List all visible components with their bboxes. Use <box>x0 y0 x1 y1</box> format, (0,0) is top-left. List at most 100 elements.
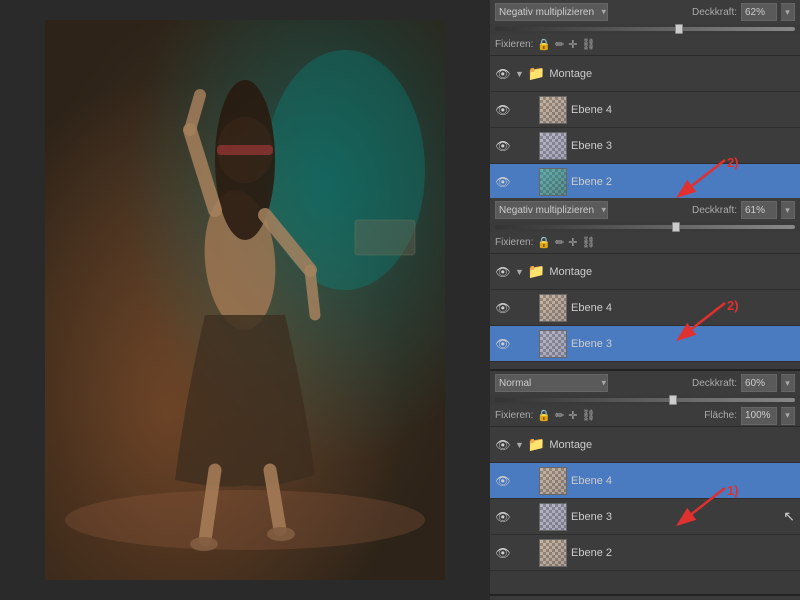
group-triangle-3[interactable]: ▼ <box>515 440 524 450</box>
opacity-label-3: Deckkraft: <box>692 378 737 389</box>
name-ebene4-p1: Ebene 4 <box>571 104 795 116</box>
opacity-slider-2[interactable] <box>495 225 795 229</box>
layer-panel-3: NormalNormalAuflösenNegativ multiplizier… <box>490 371 800 596</box>
layer-panel-1: Negativ multiplizierenNormalAuflösenNega… <box>490 0 800 198</box>
layer-group-montage-3[interactable]: 👁 ▼ 📁 Montage <box>490 427 800 463</box>
lock-icon-3[interactable]: 🔒 <box>537 409 551 422</box>
layer-ebene2-p1[interactable]: 👁 Ebene 2 <box>490 164 800 200</box>
blend-mode-select-1[interactable]: Negativ multiplizierenNormalAuflösenNega… <box>495 3 608 21</box>
opacity-slider-3[interactable] <box>495 398 795 402</box>
opacity-label-2: Deckkraft: <box>692 205 737 216</box>
opacity-value-2[interactable]: 61% <box>741 201 777 219</box>
thumb-ebene2-p3 <box>539 539 567 567</box>
chain-icon-1[interactable]: ⛓ <box>582 38 596 51</box>
opacity-value-1[interactable]: 62% <box>741 3 777 21</box>
thumb-ebene4-p1 <box>539 96 567 124</box>
folder-icon-3: 📁 <box>528 436 545 453</box>
blend-mode-select-3[interactable]: NormalNormalAuflösenNegativ multiplizier… <box>495 374 608 392</box>
thumb-ebene4-p2 <box>539 294 567 322</box>
layer-list-3: 👁 ▼ 📁 Montage 👁 Ebene 4 👁 <box>490 427 800 571</box>
cursor-p3: ↖ <box>783 508 795 525</box>
blend-mode-wrap-3[interactable]: NormalNormalAuflösenNegativ multiplizier… <box>495 374 608 392</box>
thumb-ebene3-p1 <box>539 132 567 160</box>
fix-row-1: Fixieren: 🔒 ✏ ✛ ⛓ <box>490 34 800 56</box>
blend-mode-wrap-2[interactable]: Negativ multiplizierenNormalAuflösenNega… <box>495 201 608 219</box>
thumb-ebene4-p3 <box>539 467 567 495</box>
eye-ebene2-p3[interactable]: 👁 <box>495 545 511 561</box>
move-icon-1[interactable]: ✛ <box>568 38 577 51</box>
fix-row-3: Fixieren: 🔒 ✏ ✛ ⛓ Fläche: 100% ▾ <box>490 405 800 427</box>
layer-panel-2: Negativ multiplizierenNormalAuflösenNega… <box>490 198 800 371</box>
opacity-arrow-1[interactable]: ▾ <box>781 3 795 21</box>
panel2-header: Negativ multiplizierenNormalAuflösenNega… <box>490 198 800 222</box>
opacity-slider-row-1 <box>490 24 800 34</box>
opacity-value-3[interactable]: 60% <box>741 374 777 392</box>
panels-area: Negativ multiplizierenNormalAuflösenNega… <box>490 0 800 600</box>
chain-icon-3[interactable]: ⛓ <box>582 409 596 422</box>
eye-ebene4-p3[interactable]: 👁 <box>495 473 511 489</box>
layer-ebene2-p3[interactable]: 👁 Ebene 2 <box>490 535 800 571</box>
layer-ebene3-p3[interactable]: 👁 Ebene 3 ↖ <box>490 499 800 535</box>
chain-icon-2[interactable]: ⛓ <box>582 236 596 249</box>
thumb-ebene3-p2 <box>539 330 567 358</box>
layer-list-1: 👁 ▼ 📁 Montage 👁 Ebene 4 👁 <box>490 56 800 200</box>
eye-ebene3-p3[interactable]: 👁 <box>495 509 511 525</box>
layer-ebene3-p2[interactable]: 👁 Ebene 3 <box>490 326 800 362</box>
blend-mode-select-2[interactable]: Negativ multiplizierenNormalAuflösenNega… <box>495 201 608 219</box>
move-icon-2[interactable]: ✛ <box>568 236 577 249</box>
eye-ebene2-p1[interactable]: 👁 <box>495 174 511 190</box>
brush-icon-1[interactable]: ✏ <box>555 38 564 51</box>
name-ebene3-p3: Ebene 3 <box>571 511 771 523</box>
layer-list-2: 👁 ▼ 📁 Montage 👁 Ebene 4 👁 <box>490 254 800 362</box>
opacity-slider-thumb-1[interactable] <box>675 24 683 34</box>
panel3-header: NormalNormalAuflösenNegativ multiplizier… <box>490 371 800 395</box>
fix-label-3: Fixieren: <box>495 410 533 421</box>
fix-label-2: Fixieren: <box>495 237 533 248</box>
opacity-slider-row-2 <box>490 222 800 232</box>
folder-icon-1: 📁 <box>528 65 545 82</box>
opacity-slider-row-3 <box>490 395 800 405</box>
layer-group-montage-1[interactable]: 👁 ▼ 📁 Montage <box>490 56 800 92</box>
folder-icon-2: 📁 <box>528 263 545 280</box>
group-triangle-2[interactable]: ▼ <box>515 267 524 277</box>
brush-icon-2[interactable]: ✏ <box>555 236 564 249</box>
eye-icon-group-2[interactable]: 👁 <box>495 264 511 280</box>
brush-icon-3[interactable]: ✏ <box>555 409 564 422</box>
name-ebene4-p3: Ebene 4 <box>571 475 795 487</box>
opacity-slider-thumb-3[interactable] <box>669 395 677 405</box>
opacity-arrow-3[interactable]: ▾ <box>781 374 795 392</box>
layer-group-montage-2[interactable]: 👁 ▼ 📁 Montage <box>490 254 800 290</box>
eye-ebene4-p1[interactable]: 👁 <box>495 102 511 118</box>
group-name-2: Montage <box>549 266 795 278</box>
layer-ebene4-p3[interactable]: 👁 Ebene 4 <box>490 463 800 499</box>
eye-icon-group-3[interactable]: 👁 <box>495 437 511 453</box>
thumb-ebene2-p1 <box>539 168 567 196</box>
name-ebene2-p1: Ebene 2 <box>571 176 795 188</box>
fill-arrow-3[interactable]: ▾ <box>781 407 795 425</box>
eye-ebene4-p2[interactable]: 👁 <box>495 300 511 316</box>
layer-ebene4-p2[interactable]: 👁 Ebene 4 <box>490 290 800 326</box>
panel1-header: Negativ multiplizierenNormalAuflösenNega… <box>490 0 800 24</box>
dancer-silhouette <box>45 20 445 580</box>
group-triangle-1[interactable]: ▼ <box>515 69 524 79</box>
layer-ebene3-p1[interactable]: 👁 Ebene 3 <box>490 128 800 164</box>
group-name-1: Montage <box>549 68 795 80</box>
photo-canvas <box>45 20 445 580</box>
eye-icon-group-1[interactable]: 👁 <box>495 66 511 82</box>
eye-ebene3-p2[interactable]: 👁 <box>495 336 511 352</box>
name-ebene3-p2: Ebene 3 <box>571 338 795 350</box>
name-ebene2-p3: Ebene 2 <box>571 547 795 559</box>
eye-ebene3-p1[interactable]: 👁 <box>495 138 511 154</box>
blend-mode-wrap-1[interactable]: Negativ multiplizierenNormalAuflösenNega… <box>495 3 608 21</box>
fix-label-1: Fixieren: <box>495 39 533 50</box>
opacity-slider-thumb-2[interactable] <box>672 222 680 232</box>
fix-row-2: Fixieren: 🔒 ✏ ✛ ⛓ <box>490 232 800 254</box>
lock-icon-1[interactable]: 🔒 <box>537 38 551 51</box>
move-icon-3[interactable]: ✛ <box>568 409 577 422</box>
lock-icon-2[interactable]: 🔒 <box>537 236 551 249</box>
opacity-arrow-2[interactable]: ▾ <box>781 201 795 219</box>
layer-ebene4-p1[interactable]: 👁 Ebene 4 <box>490 92 800 128</box>
opacity-slider-1[interactable] <box>495 27 795 31</box>
thumb-ebene3-p3 <box>539 503 567 531</box>
fill-value-3[interactable]: 100% <box>741 407 777 425</box>
